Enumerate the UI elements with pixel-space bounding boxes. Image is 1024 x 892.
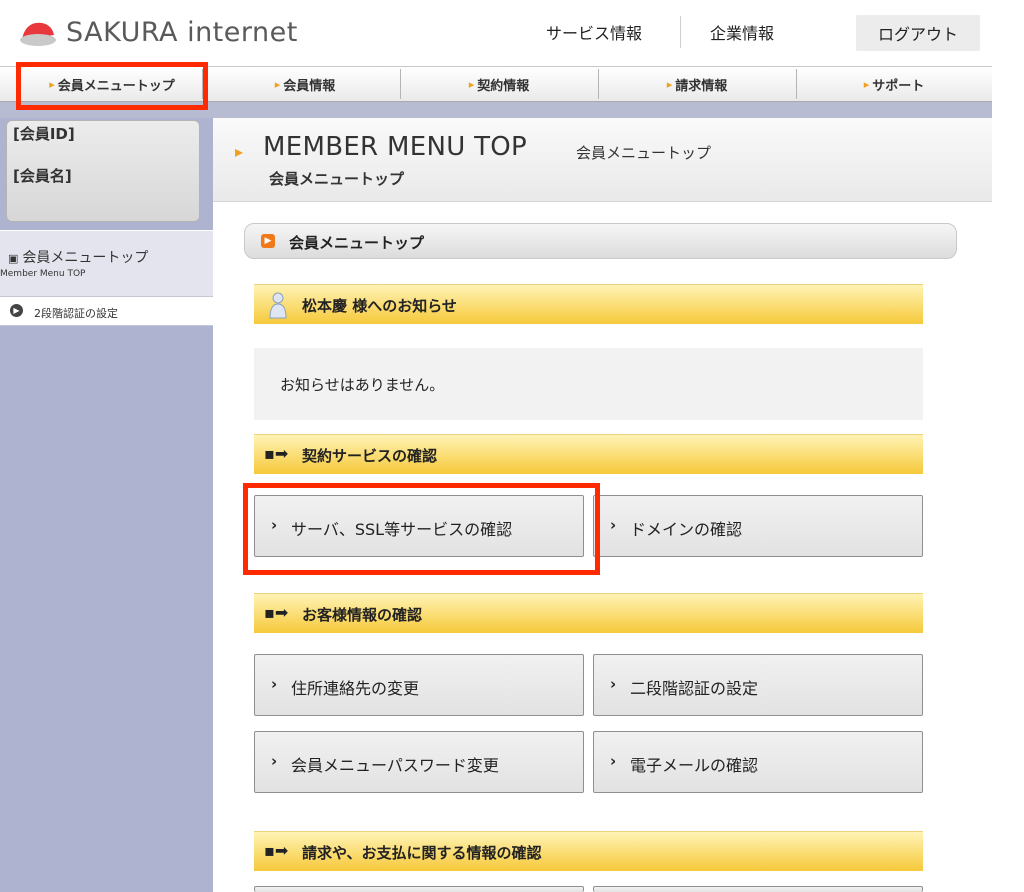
sakura-logo[interactable]: SAKURA internet [18, 12, 298, 52]
nav-service-info-link[interactable]: サービス情報 [546, 20, 642, 44]
circle-arrow-icon: ▶ [10, 304, 23, 317]
member-info-box: [会員ID] [会員名] [6, 120, 200, 222]
tab-arrow-icon: ▸ [863, 77, 870, 91]
tab-label: 会員情報 [283, 78, 336, 94]
highlight-frame-server-button [243, 483, 600, 575]
tab-label: サポート [872, 78, 925, 94]
nav-company-info-link[interactable]: 企業情報 [710, 20, 774, 44]
right-arrow-icon: ▪➡ [264, 444, 289, 463]
page-title-area: ▸ MEMBER MENU TOP 会員メニュートップ 会員メニュートップ [213, 118, 992, 202]
right-arrow-icon: ▪➡ [264, 603, 289, 622]
breadcrumb-label: 会員メニュートップ [289, 234, 425, 252]
tab-arrow-icon: ▸ [666, 77, 673, 91]
button-label: ドメインの確認 [630, 520, 743, 539]
breadcrumb-arrow-icon: ▶ [261, 234, 275, 248]
sidebar-item-member-menu-top[interactable]: ▣ 会員メニュートップ Member Menu TOP [0, 230, 213, 296]
customer-section-header: ▪➡ お客様情報の確認 [254, 593, 923, 633]
email-check-button[interactable]: › 電子メールの確認 [593, 731, 923, 793]
logo-text: SAKURA internet [66, 16, 298, 48]
tab-member-info[interactable]: ▸ 会員情報 [210, 67, 400, 101]
page-subtitle: 会員メニュートップ [269, 170, 405, 188]
sidebar-item-label: 会員メニュートップ [22, 250, 149, 266]
tab-billing-info[interactable]: ▸ 請求情報 [598, 67, 796, 101]
chevron-right-icon: › [610, 752, 617, 770]
page-title-jp: 会員メニュートップ [576, 144, 712, 162]
tab-contract-info[interactable]: ▸ 契約情報 [400, 67, 598, 101]
button-label: 電子メールの確認 [630, 756, 759, 775]
topnav-divider [680, 16, 681, 48]
sakura-logo-icon [18, 17, 60, 47]
notice-body: お知らせはありません。 [254, 348, 923, 420]
page-title: MEMBER MENU TOP [263, 132, 528, 162]
button-label: 二段階認証の設定 [630, 679, 759, 698]
billing-button-partial[interactable] [254, 886, 584, 892]
square-arrow-icon: ▣ [8, 252, 19, 265]
topnav-services-wrap: サービス情報 [546, 16, 642, 48]
password-change-button[interactable]: › 会員メニューパスワード変更 [254, 731, 584, 793]
tab-arrow-icon: ▸ [468, 77, 475, 91]
left-sidebar: [会員ID] [会員名] ▣ 会員メニュートップ Member Menu TOP … [0, 118, 213, 892]
chevron-right-icon: › [271, 752, 278, 770]
logout-button[interactable]: ログアウト [856, 15, 980, 51]
person-icon [268, 291, 288, 323]
notice-text: お知らせはありません。 [280, 376, 445, 394]
tab-label: 契約情報 [477, 78, 530, 94]
sidebar-item-two-factor[interactable]: ▶ 2段階認証の設定 [0, 296, 213, 326]
two-factor-setup-button[interactable]: › 二段階認証の設定 [593, 654, 923, 716]
member-name-label: [会員名] [13, 167, 72, 185]
sidebar-item-title: ▣ 会員メニュートップ [8, 247, 148, 267]
button-label: 住所連絡先の変更 [291, 679, 420, 698]
contract-section-header: ▪➡ 契約サービスの確認 [254, 434, 923, 474]
member-id-label: [会員ID] [13, 125, 75, 143]
sidebar-item-label: 2段階認証の設定 [34, 307, 118, 320]
billing-button-partial[interactable] [593, 886, 923, 892]
chevron-right-icon: › [610, 516, 617, 534]
address-change-button[interactable]: › 住所連絡先の変更 [254, 654, 584, 716]
chevron-right-icon: › [271, 675, 278, 693]
notice-header: 松本慶 様へのお知らせ [254, 284, 923, 324]
chevron-right-icon: › [610, 675, 617, 693]
highlight-frame-tab [16, 62, 208, 110]
topnav-company-wrap: 企業情報 [710, 16, 774, 48]
right-arrow-icon: ▪➡ [264, 841, 289, 860]
tab-support[interactable]: ▸ サポート [796, 67, 992, 101]
breadcrumb: ▶ 会員メニュートップ [244, 223, 957, 259]
tab-label: 請求情報 [675, 78, 728, 94]
button-label: 会員メニューパスワード変更 [291, 756, 499, 775]
billing-section-header: ▪➡ 請求や、お支払に関する情報の確認 [254, 831, 923, 871]
title-arrow-icon: ▸ [235, 142, 244, 161]
tab-arrow-icon: ▸ [274, 77, 281, 91]
sidebar-item-sublabel: Member Menu TOP [0, 269, 86, 279]
top-header: SAKURA internet サービス情報 企業情報 ログアウト [0, 0, 1024, 62]
billing-section-heading: 請求や、お支払に関する情報の確認 [302, 844, 542, 862]
domain-check-button[interactable]: › ドメインの確認 [593, 495, 923, 557]
notice-heading: 松本慶 様へのお知らせ [302, 297, 457, 315]
contract-section-heading: 契約サービスの確認 [302, 447, 438, 465]
customer-section-heading: お客様情報の確認 [302, 606, 423, 624]
